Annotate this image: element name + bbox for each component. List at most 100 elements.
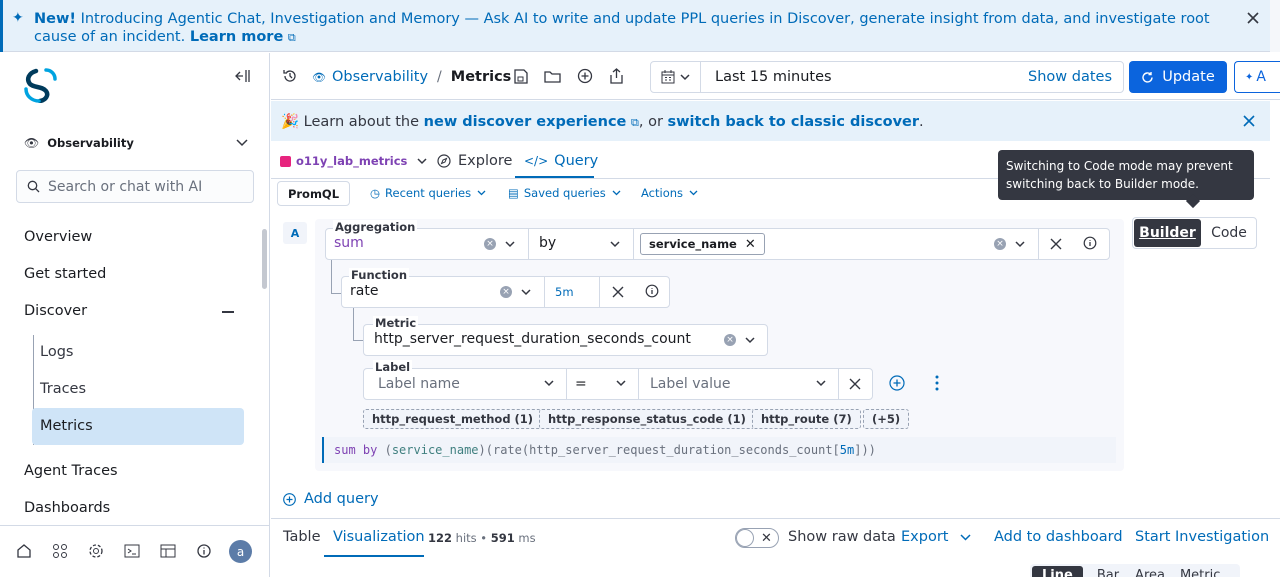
raw-data-toggle[interactable]: ✕ bbox=[735, 528, 779, 548]
label-suggestion[interactable]: http_response_status_code (1) bbox=[539, 409, 755, 429]
chart-type-bar[interactable]: Bar bbox=[1097, 568, 1119, 577]
aggregation-value[interactable]: sum bbox=[334, 235, 364, 251]
language-selector[interactable]: PromQL bbox=[277, 181, 350, 206]
collapse-icon[interactable] bbox=[222, 311, 234, 313]
metric-value[interactable]: http_server_request_duration_seconds_cou… bbox=[374, 331, 691, 347]
tab-query[interactable]: </> Query bbox=[524, 152, 598, 170]
close-icon[interactable] bbox=[849, 378, 861, 390]
chevron-down-icon[interactable] bbox=[544, 380, 554, 387]
saved-queries-button[interactable]: ▤ Saved queries bbox=[508, 186, 621, 200]
add-label-icon[interactable] bbox=[889, 375, 905, 391]
chart-type-line[interactable]: Line bbox=[1032, 565, 1083, 577]
range-input[interactable]: 5m bbox=[555, 285, 574, 299]
scrollbar[interactable] bbox=[1270, 0, 1280, 52]
chart-type-area[interactable]: Area bbox=[1135, 568, 1165, 577]
gear-icon[interactable] bbox=[88, 543, 104, 559]
sidebar-item-metrics[interactable]: Metrics bbox=[40, 418, 93, 434]
label-name-input[interactable]: Label name bbox=[378, 376, 460, 392]
close-icon[interactable] bbox=[612, 286, 624, 298]
home-icon[interactable] bbox=[16, 543, 32, 559]
time-range-value[interactable]: Last 15 minutes bbox=[715, 69, 832, 85]
info-icon[interactable] bbox=[645, 284, 659, 298]
sidebar-item-get-started[interactable]: Get started bbox=[24, 266, 106, 282]
export-button[interactable]: Export bbox=[901, 529, 971, 545]
dataset-selector[interactable]: o11y_lab_metrics bbox=[280, 152, 427, 170]
builder-button[interactable]: Builder bbox=[1134, 219, 1201, 247]
group-by-chip[interactable]: service_name ✕ bbox=[640, 233, 765, 255]
chevron-down-icon[interactable] bbox=[521, 289, 531, 296]
chevron-down-icon[interactable] bbox=[616, 380, 626, 387]
main-scrollbar[interactable] bbox=[1270, 101, 1280, 577]
label-suggestion[interactable]: http_route (7) bbox=[752, 409, 861, 429]
sidebar-item-agent-traces[interactable]: Agent Traces bbox=[24, 463, 118, 479]
clear-icon[interactable]: × bbox=[500, 286, 512, 298]
ai-assistant-button[interactable]: ✦ A bbox=[1234, 61, 1280, 93]
tree-connector bbox=[331, 260, 332, 294]
code-button[interactable]: Code bbox=[1203, 219, 1255, 247]
history-icon[interactable] bbox=[282, 68, 298, 84]
by-selector[interactable]: by bbox=[539, 235, 556, 251]
label-suggestion-more[interactable]: (+5) bbox=[863, 409, 910, 429]
recent-queries-button[interactable]: ◷ Recent queries bbox=[370, 186, 486, 200]
close-icon[interactable] bbox=[1243, 115, 1255, 127]
clear-icon[interactable]: × bbox=[994, 238, 1006, 250]
binoculars-icon: 👁 bbox=[24, 136, 40, 150]
sidebar-item-overview[interactable]: Overview bbox=[24, 229, 92, 245]
update-button[interactable]: Update bbox=[1129, 61, 1227, 93]
tree-connector bbox=[353, 340, 363, 341]
label-suggestion[interactable]: http_request_method (1) bbox=[363, 409, 543, 429]
chevron-down-icon[interactable] bbox=[680, 73, 690, 81]
save-icon[interactable] bbox=[513, 69, 528, 84]
close-icon[interactable] bbox=[1246, 11, 1260, 25]
sidebar-item-traces[interactable]: Traces bbox=[40, 381, 86, 397]
classic-discover-link[interactable]: switch back to classic discover bbox=[668, 114, 919, 130]
chevron-down-icon[interactable] bbox=[1015, 241, 1025, 248]
share-icon[interactable] bbox=[609, 68, 624, 84]
collapse-sidebar-icon[interactable] bbox=[234, 69, 250, 83]
sidebar-search[interactable]: Search or chat with AI bbox=[16, 170, 254, 203]
chevron-down-icon[interactable] bbox=[610, 241, 620, 248]
avatar[interactable]: a bbox=[229, 540, 252, 563]
actions-button[interactable]: Actions bbox=[641, 186, 698, 200]
chart-type-metric[interactable]: Metric bbox=[1180, 568, 1220, 577]
search-input[interactable]: Search or chat with AI bbox=[48, 179, 202, 195]
start-investigation-button[interactable]: Start Investigation bbox=[1135, 529, 1269, 545]
more-options-icon[interactable] bbox=[935, 375, 939, 391]
chevron-down-icon[interactable] bbox=[816, 380, 826, 387]
add-icon[interactable] bbox=[577, 68, 593, 84]
folder-icon[interactable] bbox=[544, 69, 561, 84]
sidebar-item-logs[interactable]: Logs bbox=[40, 344, 73, 360]
clear-icon[interactable]: × bbox=[724, 334, 736, 346]
chevron-down-icon[interactable] bbox=[505, 241, 515, 248]
learn-more-link[interactable]: Learn more bbox=[190, 29, 283, 45]
chevron-down-icon bbox=[960, 533, 971, 541]
breadcrumb-app-link[interactable]: Observability bbox=[332, 69, 428, 85]
label-value-input[interactable]: Label value bbox=[650, 376, 730, 392]
calendar-icon[interactable] bbox=[661, 70, 675, 84]
function-value[interactable]: rate bbox=[350, 283, 378, 299]
sidebar-item-discover[interactable]: Discover bbox=[24, 303, 87, 319]
new-discover-link[interactable]: new discover experience bbox=[424, 114, 627, 130]
info-icon[interactable] bbox=[196, 543, 212, 559]
remove-icon[interactable]: ✕ bbox=[745, 237, 756, 252]
sidebar-item-dashboards[interactable]: Dashboards bbox=[24, 500, 110, 516]
announcement-banner: ✦ New! Introducing Agentic Chat, Investi… bbox=[0, 0, 1280, 52]
tab-table[interactable]: Table bbox=[283, 529, 321, 545]
layout-icon[interactable] bbox=[160, 543, 176, 559]
chevron-down-icon[interactable] bbox=[745, 337, 755, 344]
console-icon[interactable] bbox=[124, 543, 140, 559]
workspace-selector[interactable]: 👁 Observability bbox=[24, 133, 248, 153]
close-icon[interactable] bbox=[1050, 238, 1062, 250]
apps-icon[interactable] bbox=[52, 543, 68, 559]
clock-icon: ◷ bbox=[370, 186, 381, 200]
show-dates-link[interactable]: Show dates bbox=[1028, 69, 1112, 85]
add-to-dashboard-button[interactable]: Add to dashboard bbox=[994, 529, 1123, 545]
tab-explore[interactable]: Explore bbox=[437, 152, 512, 170]
sidebar-scrollbar[interactable] bbox=[260, 221, 268, 523]
tab-visualization[interactable]: Visualization bbox=[333, 529, 425, 545]
info-icon[interactable] bbox=[1083, 236, 1097, 250]
date-picker[interactable]: Last 15 minutes Show dates bbox=[650, 61, 1124, 93]
add-query-button[interactable]: Add query bbox=[283, 490, 379, 508]
clear-icon[interactable]: × bbox=[484, 238, 496, 250]
operator-selector[interactable]: = bbox=[575, 376, 587, 392]
